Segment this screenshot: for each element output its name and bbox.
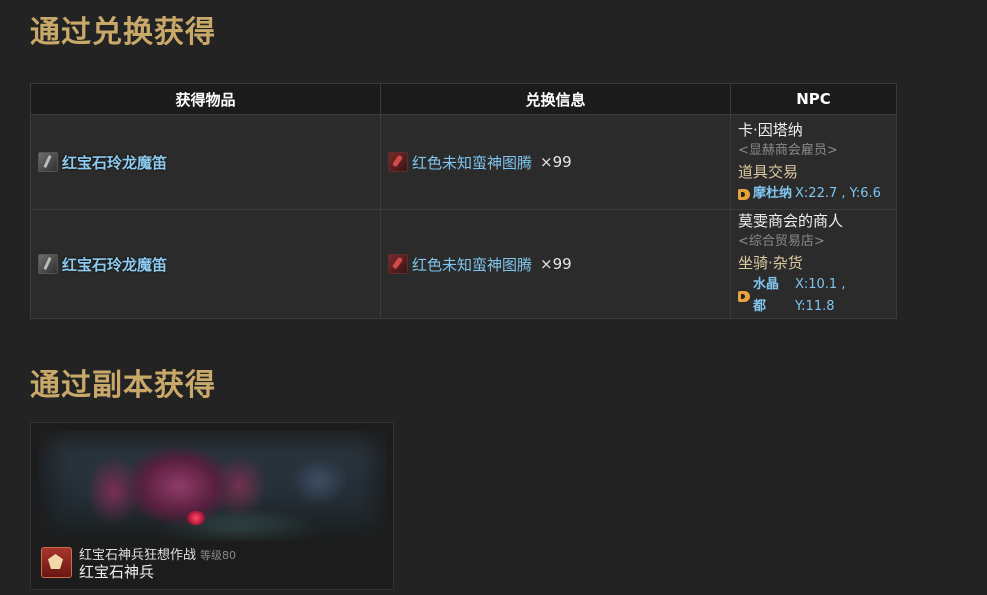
flute-icon[interactable] (38, 254, 58, 274)
duty-text: 红宝石神兵狂想作战 等级80 红宝石神兵 (79, 547, 236, 581)
exchange-cell: 红色未知蛮神图腾 ×99 (380, 209, 731, 319)
duty-level: 等级80 (200, 549, 237, 562)
column-header-item: 获得物品 (30, 83, 381, 115)
column-header-exchange: 兑换信息 (380, 83, 731, 115)
dungeon-section-title: 通过副本获得 (30, 368, 216, 403)
duty-name-line: 红宝石神兵狂想作战 等级80 (79, 547, 236, 564)
totem-icon[interactable] (388, 254, 408, 274)
npc-cell: 莫雯商会的商人 <综合贸易店> 坐骑·杂货 水晶都 X:10.1 , Y:11.… (730, 209, 897, 319)
location-coords: X:22.7 , Y:6.6 (795, 186, 881, 201)
npc-title: <综合贸易店> (738, 234, 825, 249)
duty-name[interactable]: 红宝石神兵狂想作战 (79, 548, 196, 563)
duty-card[interactable]: 红宝石神兵狂想作战 等级80 红宝石神兵 (30, 422, 394, 590)
flute-icon[interactable] (38, 152, 58, 172)
duty-banner-image (39, 431, 387, 541)
location-place: 摩杜纳 (753, 186, 793, 201)
npc-location-link[interactable]: 水晶都 X:10.1 , Y:11.8 (738, 274, 889, 318)
item-link[interactable]: 红宝石玲龙魔笛 (62, 152, 167, 173)
item-link[interactable]: 红宝石玲龙魔笛 (62, 254, 167, 275)
duty-boss: 红宝石神兵 (79, 563, 155, 581)
npc-title: <显赫商会雇员> (738, 143, 838, 158)
item-cell: 红宝石玲龙魔笛 (30, 114, 381, 210)
map-marker-icon (738, 290, 750, 302)
npc-shop: 道具交易 (738, 163, 799, 181)
cost-item-link[interactable]: 红色未知蛮神图腾 (412, 152, 532, 173)
column-header-npc: NPC (730, 83, 897, 115)
exchange-cell: 红色未知蛮神图腾 ×99 (380, 114, 731, 210)
table-row: 红宝石玲龙魔笛 红色未知蛮神图腾 ×99 卡·因塔纳 <显赫商会雇员> 道具交易… (30, 114, 897, 210)
table-header-row: 获得物品 兑换信息 NPC (30, 83, 897, 115)
npc-location-link[interactable]: 摩杜纳 X:22.7 , Y:6.6 (738, 183, 889, 205)
boss-core-glow (187, 511, 205, 525)
item-cell: 红宝石玲龙魔笛 (30, 209, 381, 319)
npc-name: 卡·因塔纳 (738, 121, 803, 139)
exchange-table: 获得物品 兑换信息 NPC 红宝石玲龙魔笛 红色未知蛮神图腾 ×99 卡·因塔纳 (30, 83, 897, 319)
npc-cell: 卡·因塔纳 <显赫商会雇员> 道具交易 摩杜纳 X:22.7 , Y:6.6 (730, 114, 897, 210)
location-coords: X:10.1 , Y:11.8 (794, 277, 846, 314)
cost-item-link[interactable]: 红色未知蛮神图腾 (412, 254, 532, 275)
cost-quantity: ×99 (540, 153, 572, 171)
npc-shop: 坐骑·杂货 (738, 254, 803, 272)
totem-icon[interactable] (388, 152, 408, 172)
npc-name: 莫雯商会的商人 (738, 212, 844, 230)
table-row: 红宝石玲龙魔笛 红色未知蛮神图腾 ×99 莫雯商会的商人 <综合贸易店> 坐骑·… (30, 209, 897, 319)
map-marker-icon (738, 188, 750, 200)
duty-footer: 红宝石神兵狂想作战 等级80 红宝石神兵 (41, 547, 236, 581)
cost-quantity: ×99 (540, 255, 572, 273)
location-place: 水晶都 (753, 277, 780, 314)
trial-icon (41, 547, 72, 578)
exchange-section-title: 通过兑换获得 (30, 15, 216, 50)
